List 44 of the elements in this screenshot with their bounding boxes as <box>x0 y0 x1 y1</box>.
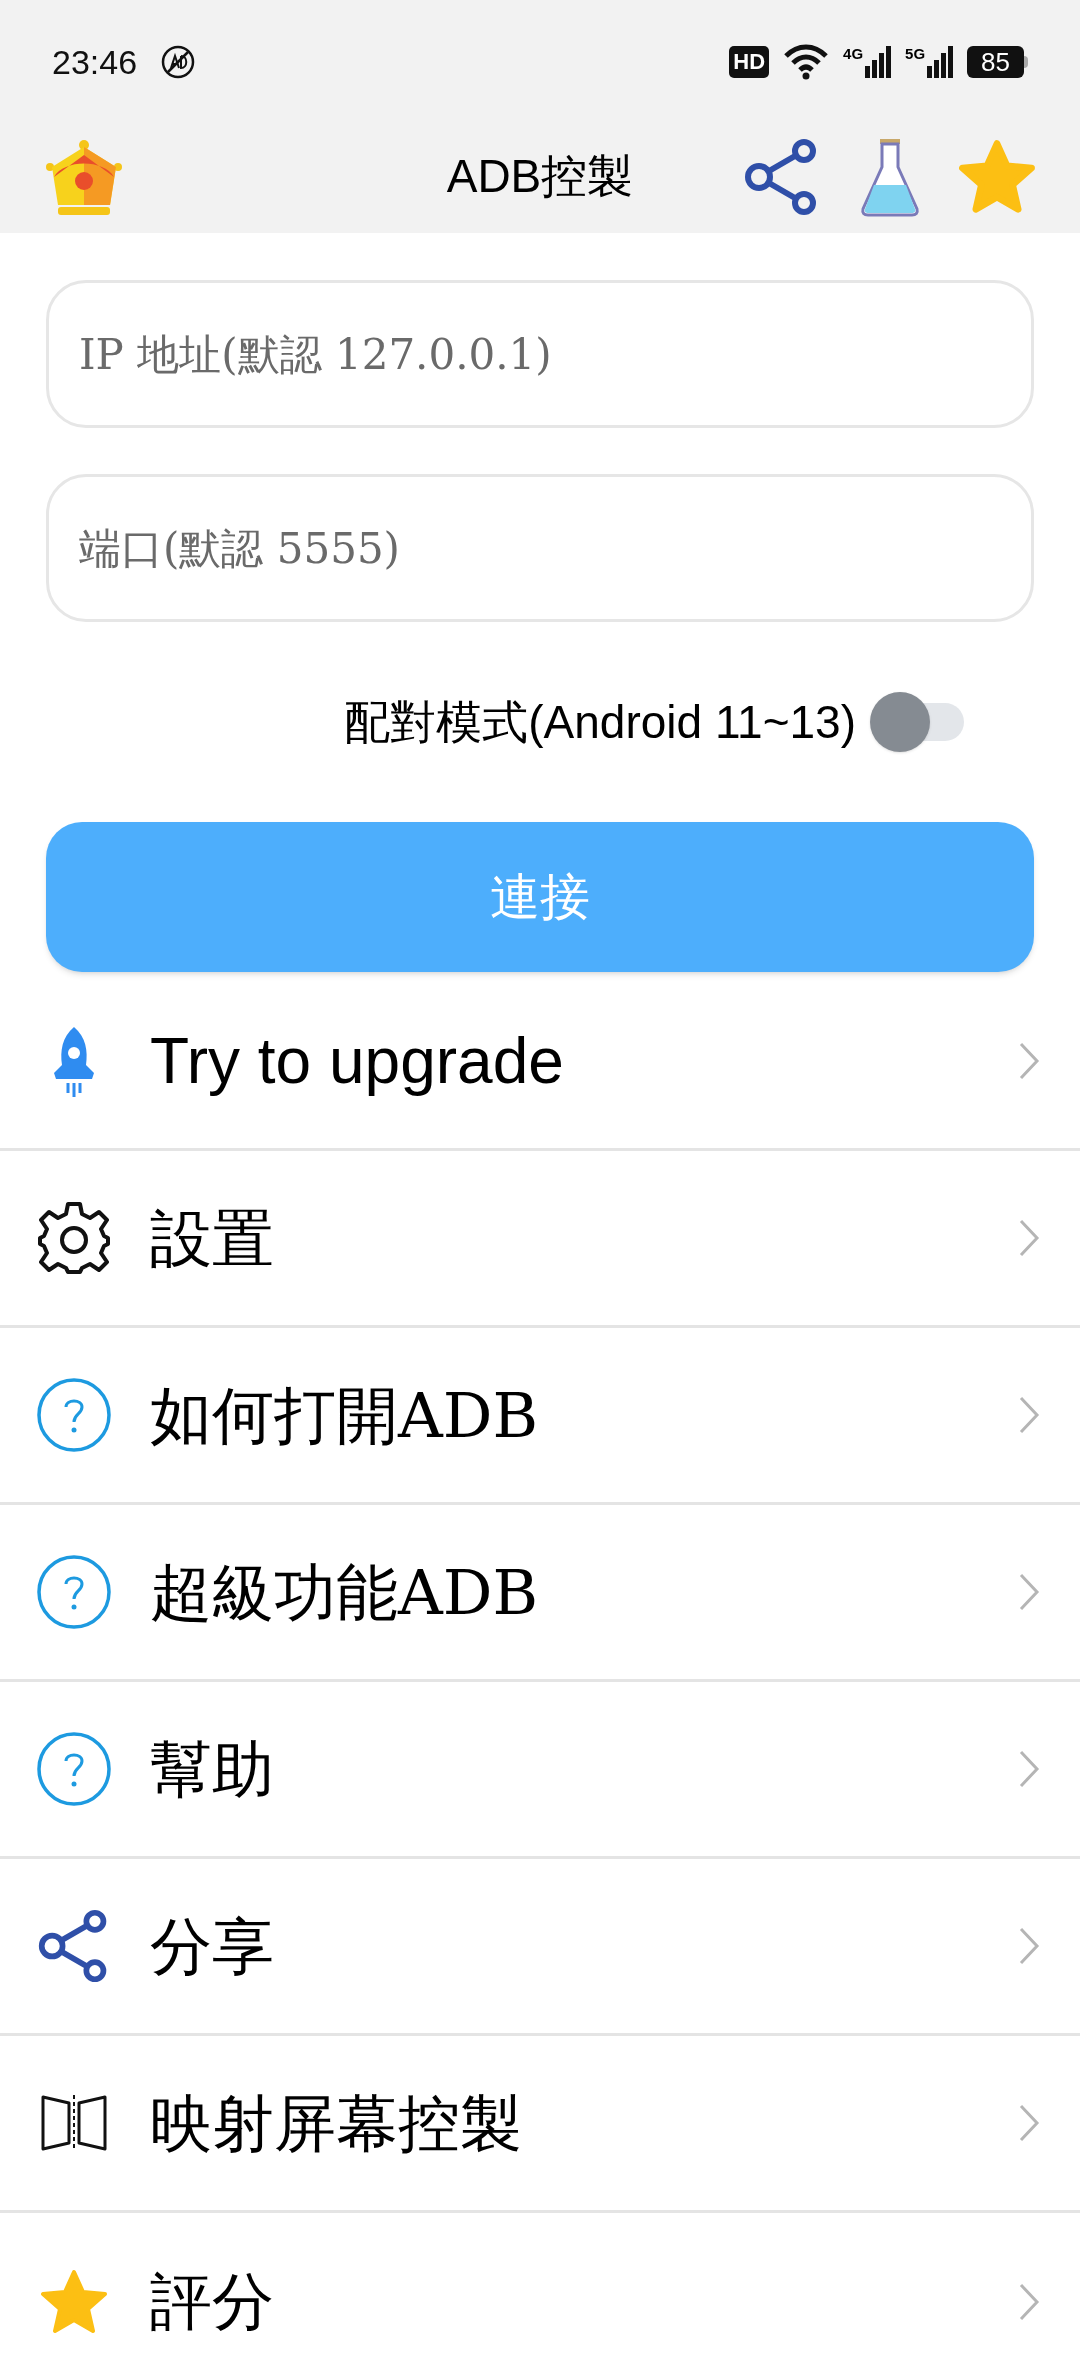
chevron-icon <box>1018 1749 1040 1789</box>
menu-label: 超級功能ADB <box>150 1554 539 1631</box>
menu-label: 評分 <box>150 2264 274 2340</box>
help-icon <box>36 1731 112 1807</box>
app-title: ADB控製 <box>446 149 634 204</box>
chevron-icon <box>1018 1572 1040 1612</box>
help-icon <box>36 1554 112 1630</box>
menu-item[interactable]: 設置 <box>0 1151 1080 1328</box>
gear-icon <box>36 1200 112 1276</box>
chevron-icon <box>1018 1926 1040 1966</box>
flask-icon[interactable] <box>860 136 920 217</box>
chevron-icon <box>1018 2281 1040 2322</box>
clock-time: 23:46 <box>52 41 138 83</box>
menu-label: 如何打開ADB <box>150 1377 539 1454</box>
chevron-icon <box>1018 1218 1040 1258</box>
menu-item[interactable]: 映射屏幕控製 <box>0 2036 1080 2213</box>
network-type-label: 4G <box>843 46 864 61</box>
hd-badge: HD <box>729 46 770 78</box>
signal-icon <box>865 46 892 78</box>
menu-item[interactable]: Try to upgrade <box>0 974 1080 1151</box>
menu-item[interactable]: 幫助 <box>0 1682 1080 1859</box>
signal-icon <box>927 46 954 78</box>
wifi-icon <box>783 44 830 80</box>
battery-level: 85 <box>967 46 1024 78</box>
menu-item[interactable]: 超級功能ADB <box>0 1505 1080 1682</box>
input-field[interactable]: IP 地址(默認 127.0.0.1) <box>46 280 1034 428</box>
menu-item[interactable]: 評分 <box>0 2213 1080 2376</box>
input-field[interactable]: 端口(默認 5555) <box>46 474 1034 622</box>
no-ads-icon <box>161 45 196 79</box>
menu-item[interactable]: 如何打開ADB <box>0 1328 1080 1505</box>
pairing-mode-label: 配對模式(Android 11~13) <box>344 694 856 750</box>
menu-label: 幫助 <box>150 1731 274 1808</box>
chevron-icon <box>1018 1395 1040 1435</box>
menu-label: Try to upgrade <box>150 1024 564 1099</box>
star-icon <box>39 2268 109 2335</box>
chevron-icon <box>1018 1041 1040 1081</box>
menu-item[interactable]: 分享 <box>0 1859 1080 2036</box>
menu-label: 分享 <box>150 1908 274 1985</box>
chevron-icon <box>1018 2103 1040 2143</box>
menu-label: 設置 <box>150 1200 274 1277</box>
star-icon[interactable] <box>958 139 1036 214</box>
help-icon <box>36 1377 112 1453</box>
menu-label: 映射屏幕控製 <box>150 2085 522 2162</box>
network-type-label: 5G <box>905 46 926 61</box>
